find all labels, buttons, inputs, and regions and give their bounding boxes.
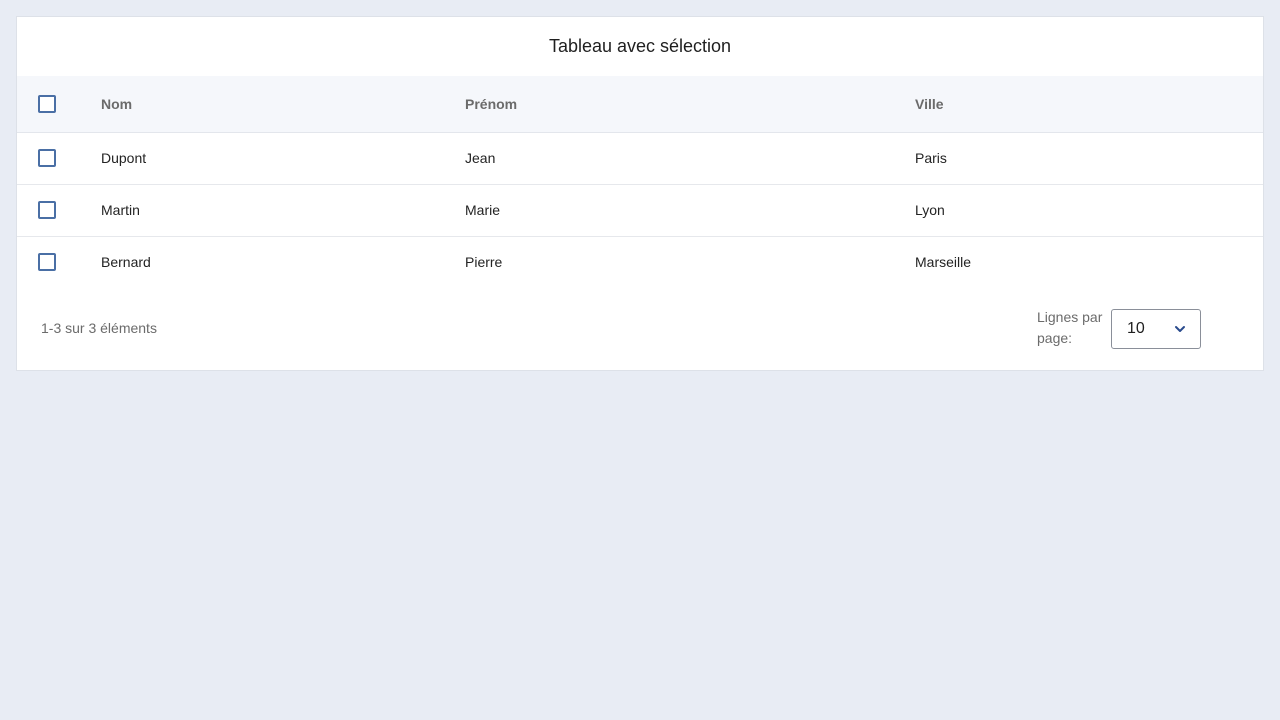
cell-ville: Marseille (915, 254, 972, 271)
rows-per-page-label: Lignes par page: (1037, 309, 1103, 346)
column-header-ville[interactable]: Ville (915, 76, 1263, 132)
cell-ville: Lyon (915, 202, 945, 218)
table-title: Tableau avec sélection (548, 36, 732, 56)
row-select-cell (17, 184, 101, 236)
select-all-checkbox[interactable] (38, 94, 56, 113)
data-table: Nom Prénom Ville Dupont Jean Paris Marti… (17, 76, 1263, 288)
header-select-cell (17, 76, 101, 132)
table-row: Dupont Jean Paris (17, 132, 1263, 184)
table-card: Tableau avec sélection Nom Prénom Ville (16, 16, 1264, 371)
cell-prenom: Pierre (465, 254, 503, 271)
row-checkbox[interactable] (38, 253, 56, 272)
pagination-count: 1-3 sur 3 éléments (41, 320, 157, 336)
cell-nom: Martin (101, 202, 140, 218)
chevron-down-icon (1175, 326, 1185, 332)
column-header-nom[interactable]: Nom (101, 76, 465, 132)
cell-prenom: Marie (465, 202, 501, 218)
table-footer: 1-3 sur 3 éléments Lignes par page: 10 (17, 307, 1263, 349)
table-header-row: Nom Prénom Ville (17, 76, 1263, 132)
cell-ville: Paris (915, 150, 947, 166)
table-row: Martin Marie Lyon (17, 184, 1263, 236)
cell-nom: Dupont (101, 150, 147, 166)
cell-nom: Bernard (101, 254, 151, 271)
rows-per-page-select[interactable]: 10 (1111, 309, 1201, 349)
row-checkbox[interactable] (38, 149, 56, 167)
row-select-cell (17, 132, 101, 184)
row-checkbox[interactable] (38, 201, 56, 219)
column-header-prenom[interactable]: Prénom (465, 76, 915, 132)
rows-per-page-value: 10 (1127, 320, 1145, 337)
row-select-cell (17, 236, 101, 288)
cell-prenom: Jean (465, 150, 496, 166)
table-row: Bernard Pierre Marseille (17, 236, 1263, 288)
